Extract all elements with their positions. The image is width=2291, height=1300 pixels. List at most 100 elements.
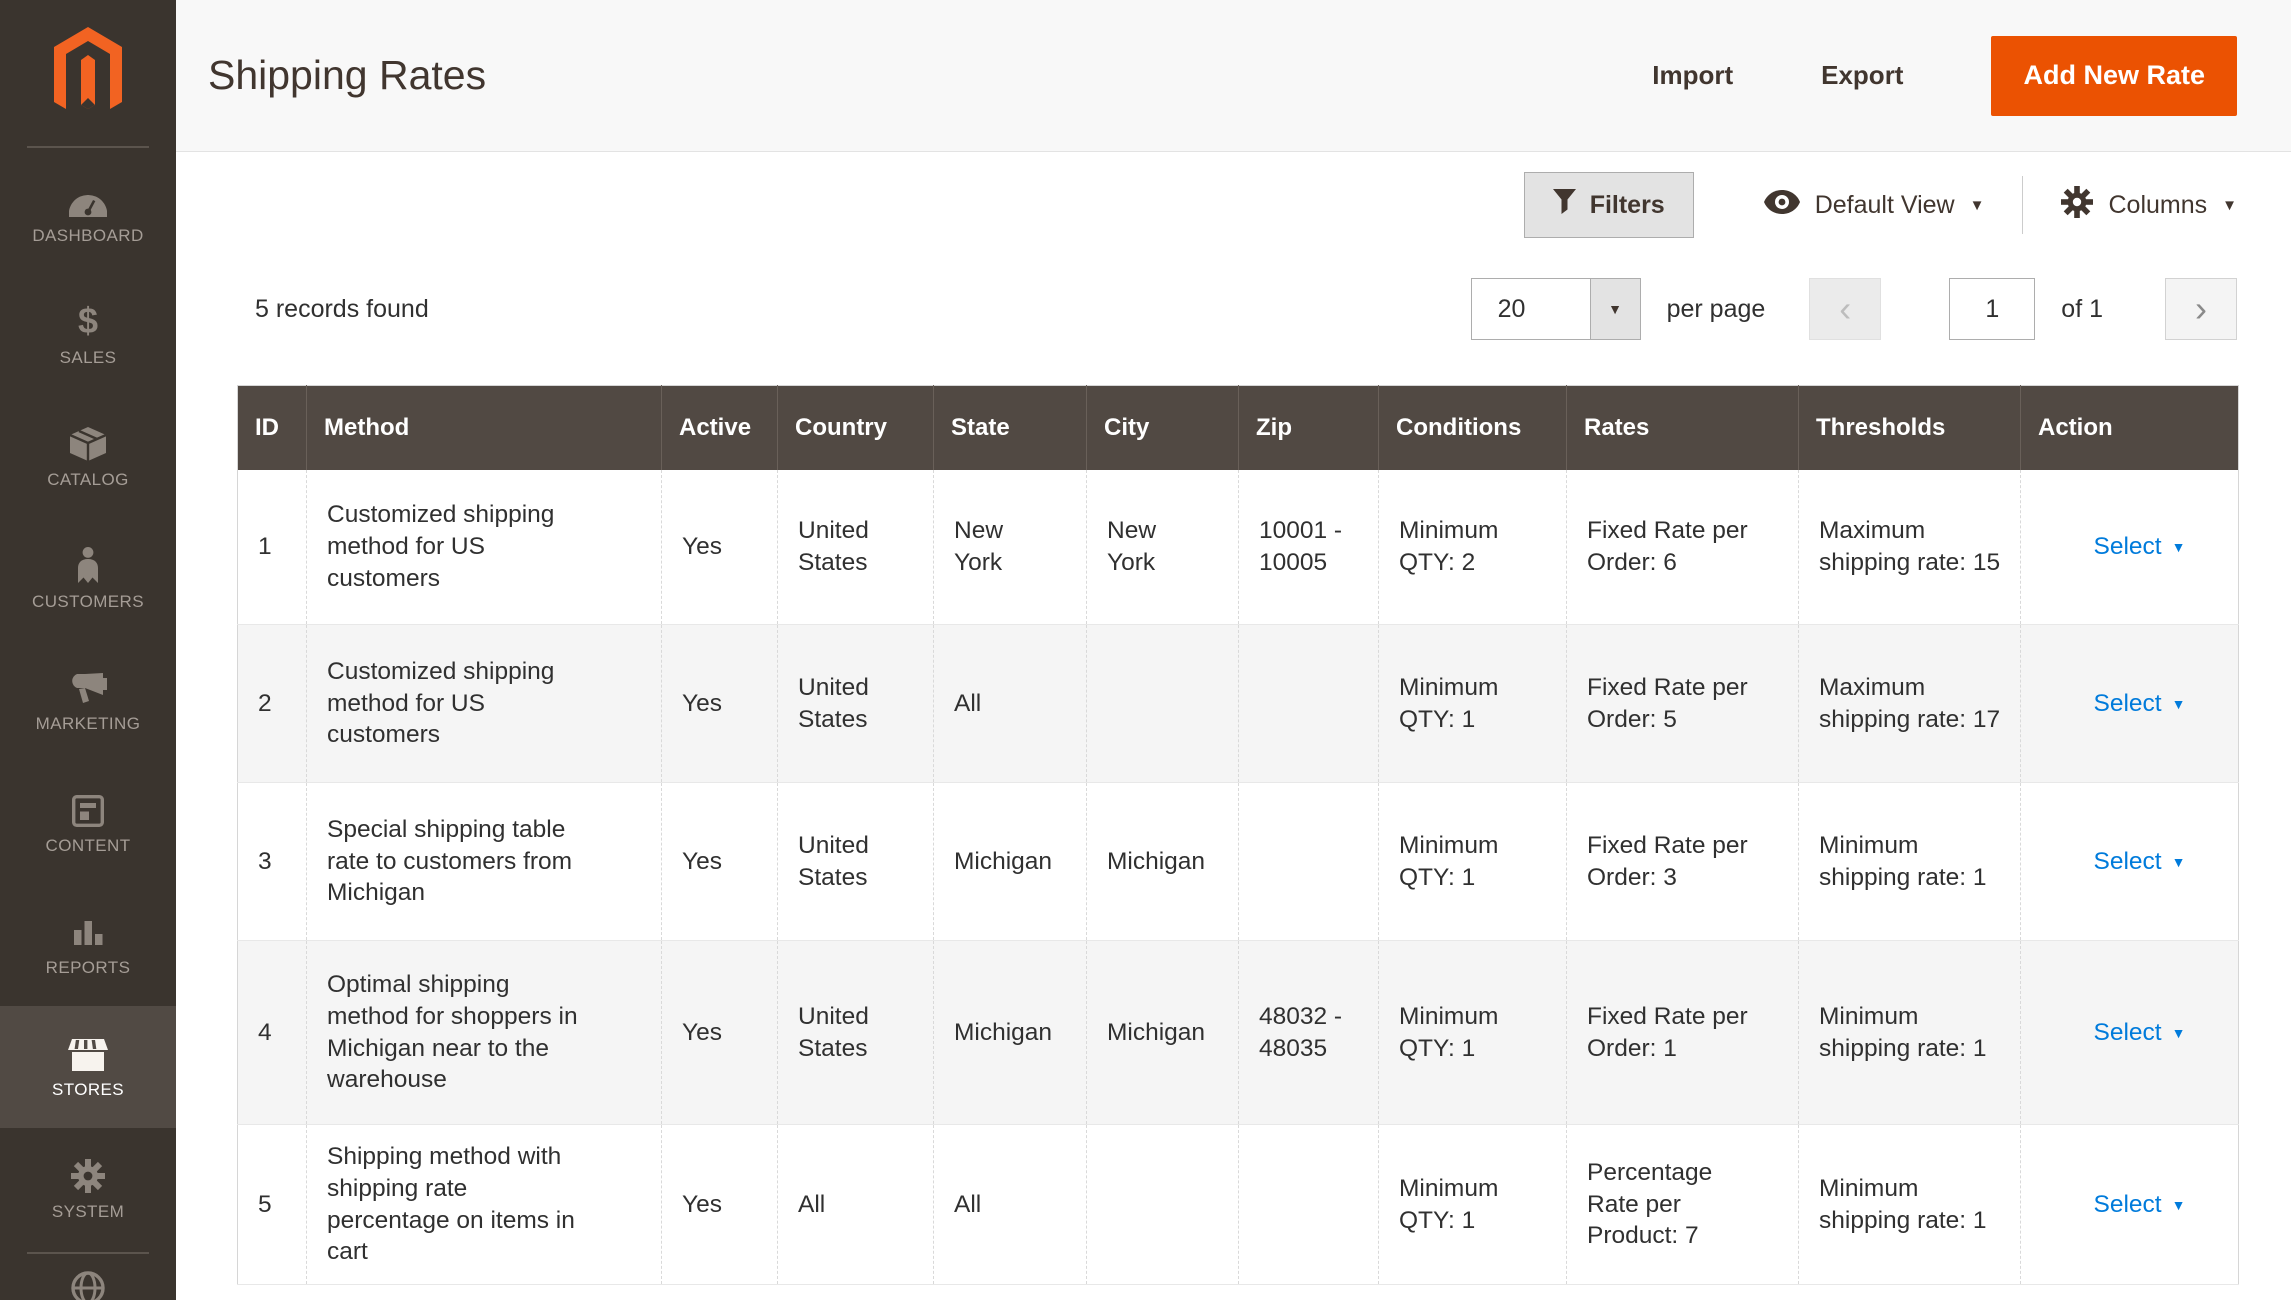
cell-rates: Fixed Rate per Order: 6	[1567, 470, 1799, 625]
toolbar-divider	[2022, 176, 2023, 234]
add-new-rate-button[interactable]: Add New Rate	[1991, 36, 2237, 116]
cell-active: Yes	[662, 941, 778, 1125]
table-row: 4 Optimal shipping method for shoppers i…	[238, 941, 2239, 1125]
column-header-action[interactable]: Action	[2021, 386, 2239, 470]
filters-button[interactable]: Filters	[1524, 172, 1694, 238]
grid-controls: 5 records found 20 ▼ per page ‹ of 1 ›	[237, 278, 2237, 340]
sidebar-item-label: DASHBOARD	[32, 226, 143, 246]
column-header-method[interactable]: Method	[307, 386, 662, 470]
column-header-conditions[interactable]: Conditions	[1379, 386, 1567, 470]
select-action-label: Select	[2094, 1017, 2162, 1049]
previous-page-button[interactable]: ‹	[1809, 278, 1881, 340]
sidebar-item-marketing[interactable]: MARKETING	[0, 640, 176, 762]
table-row: 1 Customized shipping method for US cust…	[238, 470, 2239, 625]
sidebar-item-catalog[interactable]: CATALOG	[0, 396, 176, 518]
grid-toolbar: Filters Default View ▼	[237, 172, 2237, 238]
select-action-dropdown[interactable]: Select ▼	[2094, 531, 2186, 563]
cell-country: United States	[778, 783, 934, 941]
column-header-thresholds[interactable]: Thresholds	[1799, 386, 2021, 470]
column-header-zip[interactable]: Zip	[1239, 386, 1379, 470]
admin-sidebar: DASHBOARD $ SALES CATALOG C	[0, 0, 176, 1300]
column-header-country[interactable]: Country	[778, 386, 934, 470]
cell-method: Special shipping table rate to customers…	[307, 783, 662, 941]
sidebar-item-sales[interactable]: $ SALES	[0, 274, 176, 396]
next-page-button[interactable]: ›	[2165, 278, 2237, 340]
table-row: 5 Shipping method with shipping rate per…	[238, 1125, 2239, 1285]
cell-zip: 48032 - 48035	[1239, 941, 1379, 1125]
sidebar-item-label: CATALOG	[47, 470, 129, 490]
cell-thresholds: Maximum shipping rate: 15	[1799, 470, 2021, 625]
cell-country: United States	[778, 941, 934, 1125]
column-header-active[interactable]: Active	[662, 386, 778, 470]
customers-icon	[75, 547, 101, 583]
column-header-id[interactable]: ID	[238, 386, 307, 470]
chevron-down-icon: ▼	[2172, 1026, 2186, 1040]
columns-control[interactable]: Columns ▼	[2061, 186, 2237, 225]
cell-zip	[1239, 1125, 1379, 1285]
cell-rates: Fixed Rate per Order: 5	[1567, 625, 1799, 783]
table-header-row: ID Method Active Country State City Zip …	[238, 386, 2239, 470]
shipping-rates-table: ID Method Active Country State City Zip …	[237, 385, 2239, 1285]
chevron-down-icon: ▼	[2172, 1198, 2186, 1212]
cell-city: New York	[1087, 470, 1239, 625]
per-page-value: 20	[1472, 279, 1590, 339]
sidebar-item-stores[interactable]: STORES	[0, 1006, 176, 1128]
cell-city: Michigan	[1087, 783, 1239, 941]
records-found-text: 5 records found	[255, 295, 429, 324]
select-action-dropdown[interactable]: Select ▼	[2094, 846, 2186, 878]
select-action-dropdown[interactable]: Select ▼	[2094, 1189, 2186, 1221]
sidebar-item-dashboard[interactable]: DASHBOARD	[0, 152, 176, 274]
cell-conditions: Minimum QTY: 2	[1379, 470, 1567, 625]
cell-zip: 10001 - 10005	[1239, 470, 1379, 625]
import-button[interactable]: Import	[1652, 60, 1733, 91]
select-action-dropdown[interactable]: Select ▼	[2094, 1017, 2186, 1049]
cell-thresholds: Minimum shipping rate: 1	[1799, 783, 2021, 941]
cell-city	[1087, 1125, 1239, 1285]
cell-action: Select ▼	[2021, 941, 2239, 1125]
cell-method: Customized shipping method for US custom…	[307, 470, 662, 625]
cell-action: Select ▼	[2021, 1125, 2239, 1285]
cell-active: Yes	[662, 783, 778, 941]
find-partners-icon[interactable]	[70, 1270, 106, 1300]
cell-country: United States	[778, 625, 934, 783]
cell-state: Michigan	[934, 783, 1087, 941]
cell-state: All	[934, 625, 1087, 783]
filters-button-label: Filters	[1590, 191, 1665, 220]
sidebar-item-system[interactable]: SYSTEM	[0, 1128, 176, 1250]
cell-thresholds: Minimum shipping rate: 1	[1799, 941, 2021, 1125]
marketing-icon	[69, 669, 107, 705]
column-header-city[interactable]: City	[1087, 386, 1239, 470]
cell-method: Customized shipping method for US custom…	[307, 625, 662, 783]
sidebar-item-reports[interactable]: REPORTS	[0, 884, 176, 1006]
table-row: 2 Customized shipping method for US cust…	[238, 625, 2239, 783]
column-header-rates[interactable]: Rates	[1567, 386, 1799, 470]
column-header-state[interactable]: State	[934, 386, 1087, 470]
cell-thresholds: Minimum shipping rate: 1	[1799, 1125, 2021, 1285]
chevron-down-icon: ▼	[2172, 697, 2186, 711]
export-button[interactable]: Export	[1821, 60, 1903, 91]
select-action-label: Select	[2094, 531, 2162, 563]
cell-state: All	[934, 1125, 1087, 1285]
view-switcher[interactable]: Default View ▼	[1764, 190, 1985, 221]
sidebar-item-customers[interactable]: CUSTOMERS	[0, 518, 176, 640]
total-pages-text: of 1	[2061, 295, 2103, 324]
stores-icon	[68, 1035, 108, 1071]
sidebar-item-label: CUSTOMERS	[32, 592, 144, 612]
chevron-down-icon: ▼	[1970, 198, 1985, 213]
chevron-down-icon: ▼	[1608, 302, 1622, 316]
sidebar-item-label: SYSTEM	[52, 1202, 124, 1222]
page-content: Filters Default View ▼	[176, 172, 2291, 1285]
cell-country: All	[778, 1125, 934, 1285]
select-action-dropdown[interactable]: Select ▼	[2094, 688, 2186, 720]
cell-active: Yes	[662, 470, 778, 625]
magento-logo-icon[interactable]	[53, 26, 123, 122]
current-page-input[interactable]	[1949, 278, 2035, 340]
cell-method: Shipping method with shipping rate perce…	[307, 1125, 662, 1285]
cell-conditions: Minimum QTY: 1	[1379, 1125, 1567, 1285]
chevron-left-icon: ‹	[1839, 288, 1851, 330]
view-switcher-label: Default View	[1815, 191, 1955, 220]
per-page-select[interactable]: 20 ▼	[1471, 278, 1641, 340]
cell-conditions: Minimum QTY: 1	[1379, 625, 1567, 783]
table-row: 3 Special shipping table rate to custome…	[238, 783, 2239, 941]
sidebar-item-content[interactable]: CONTENT	[0, 762, 176, 884]
